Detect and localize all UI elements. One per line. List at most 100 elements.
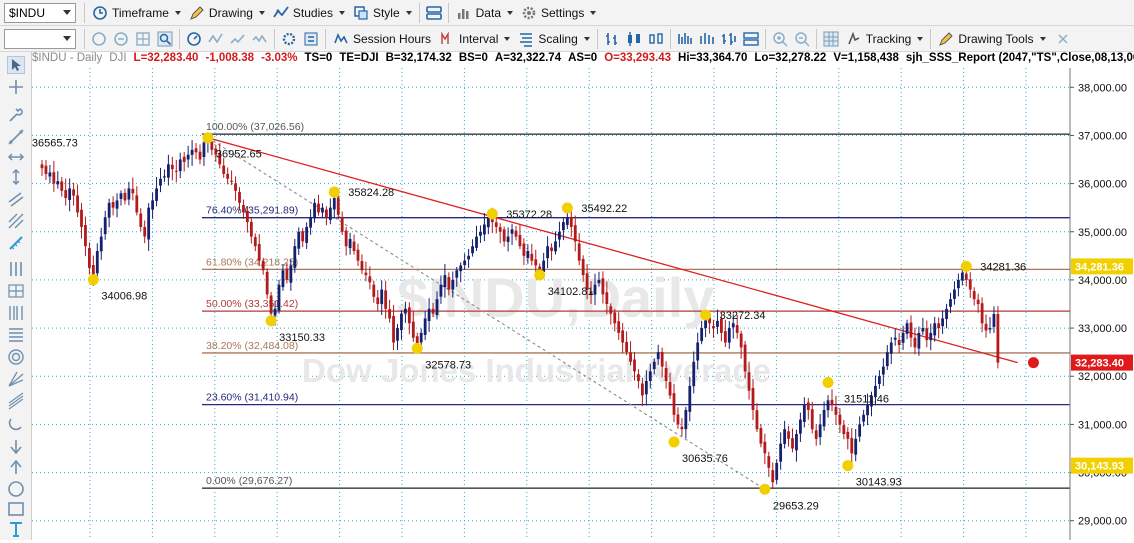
candle-body xyxy=(257,244,261,261)
bar-chart-icon[interactable] xyxy=(603,30,621,48)
candle-body xyxy=(392,315,395,343)
drawing-menu[interactable]: Drawing xyxy=(185,2,269,24)
fib-circle-icon[interactable] xyxy=(7,348,25,366)
pitchfork-icon[interactable] xyxy=(7,212,25,230)
candle-body xyxy=(143,226,147,237)
cursor-icon[interactable] xyxy=(185,30,203,48)
candle-body xyxy=(767,456,771,468)
swing-label: 34102.81 xyxy=(548,286,594,298)
grid-icon[interactable] xyxy=(134,30,152,48)
chart-style-icon[interactable] xyxy=(112,30,130,48)
candle-body xyxy=(680,426,684,430)
volume-bars-icon[interactable] xyxy=(676,30,694,48)
watermark-description: Dow Jones Industrial Average xyxy=(302,352,771,389)
swing-label: 32578.73 xyxy=(425,359,471,371)
panel-icon[interactable] xyxy=(742,30,760,48)
properties-icon[interactable] xyxy=(302,30,320,48)
vertical-lines-icon[interactable] xyxy=(7,260,25,278)
volume-value: V=1,158,438 xyxy=(833,52,899,64)
candle-body xyxy=(72,189,75,196)
interval-input[interactable] xyxy=(4,28,76,49)
close-icon[interactable] xyxy=(1054,30,1072,48)
swing-label: 30635.76 xyxy=(682,453,728,465)
ohlc-icon[interactable] xyxy=(720,30,738,48)
arc-icon[interactable] xyxy=(7,416,25,434)
last-price-marker xyxy=(1027,357,1039,369)
data-menu[interactable]: Data xyxy=(452,2,517,24)
candle-body xyxy=(360,261,364,271)
indicator-icon-2[interactable] xyxy=(229,30,247,48)
gann-fan-icon[interactable] xyxy=(7,370,25,388)
chart-canvas[interactable]: $INDU,Daily Dow Jones Industrial Average… xyxy=(32,52,1134,540)
candle-body xyxy=(988,328,992,330)
settings-small-icon[interactable] xyxy=(280,30,298,48)
arrow-up-icon[interactable] xyxy=(7,458,25,476)
session-hours-button[interactable]: Session Hours xyxy=(329,28,435,50)
horizontal-line-icon[interactable] xyxy=(7,148,25,166)
style-menu[interactable]: Style xyxy=(349,2,416,24)
candle-body xyxy=(573,225,577,242)
candle-body xyxy=(542,260,546,272)
candle-body xyxy=(411,321,415,338)
rectangle-icon[interactable] xyxy=(7,500,25,518)
candle-body xyxy=(210,141,214,150)
candle-body xyxy=(471,246,474,254)
text-tool-icon[interactable] xyxy=(7,520,25,538)
arrow-select-icon[interactable] xyxy=(7,56,25,74)
bar-style-icon[interactable] xyxy=(698,30,716,48)
swing-label: 29653.29 xyxy=(773,500,819,512)
vertical-line-icon[interactable] xyxy=(7,168,25,186)
candlestick-icon[interactable] xyxy=(625,30,643,48)
session-icon xyxy=(334,32,348,43)
candle-body xyxy=(498,227,502,232)
symbol-input[interactable]: $INDU xyxy=(4,2,76,23)
scaling-menu[interactable]: Scaling xyxy=(514,28,593,50)
candle-body xyxy=(791,438,794,449)
chart-info-bar: $INDU - Daily DJI L=32,283.40 -1,008.38 -3.0… xyxy=(32,52,1134,68)
zoom-in-icon[interactable] xyxy=(771,30,789,48)
zoom-icon[interactable] xyxy=(156,30,174,48)
indicator-icon-3[interactable] xyxy=(251,30,269,48)
candle-body xyxy=(380,289,384,305)
candle-body xyxy=(933,323,937,336)
drawing-tools-button[interactable]: Drawing Tools xyxy=(934,28,1049,50)
candle-body xyxy=(277,284,281,311)
channel-icon[interactable] xyxy=(7,190,25,208)
timeframe-menu[interactable]: Timeframe xyxy=(88,2,185,24)
crosshair-grid-icon[interactable] xyxy=(822,30,840,48)
candle-body xyxy=(510,229,514,234)
indicator-icon-1[interactable] xyxy=(207,30,225,48)
candle-body xyxy=(652,361,656,370)
candle-body xyxy=(139,213,143,227)
price-tag-label: 34,281.36 xyxy=(1075,261,1124,273)
arrow-down-icon[interactable] xyxy=(7,438,25,456)
candle-body xyxy=(163,176,166,178)
refresh-icon[interactable] xyxy=(90,30,108,48)
zoom-out-icon[interactable] xyxy=(793,30,811,48)
candle-body xyxy=(238,191,241,203)
swing-marker xyxy=(202,132,214,144)
wrench-icon[interactable] xyxy=(7,106,25,124)
chevron-down-icon xyxy=(504,36,511,41)
ruler-icon[interactable] xyxy=(7,234,25,252)
fib-extension-icon[interactable] xyxy=(7,282,25,300)
candle-body xyxy=(688,385,692,412)
tracking-menu[interactable]: Tracking xyxy=(842,28,928,50)
candle-body xyxy=(182,156,186,162)
fib-retracement-icon[interactable] xyxy=(7,326,25,344)
regression-icon[interactable] xyxy=(7,392,25,410)
ellipse-icon[interactable] xyxy=(7,480,25,498)
fib-time-icon[interactable] xyxy=(7,304,25,322)
hollow-candle-icon[interactable] xyxy=(647,30,665,48)
price-chart[interactable]: $INDU,Daily Dow Jones Industrial Average… xyxy=(32,52,1134,540)
settings-menu[interactable]: Settings xyxy=(517,2,600,24)
chart-title: $INDU - Daily xyxy=(32,52,103,64)
candle-body xyxy=(937,323,941,329)
crosshair-icon[interactable] xyxy=(7,78,25,96)
candle-body xyxy=(301,231,305,242)
studies-menu[interactable]: Studies xyxy=(269,2,349,24)
trendline-icon[interactable] xyxy=(7,128,25,146)
layout-icon[interactable] xyxy=(425,4,443,22)
scaling-label: Scaling xyxy=(538,31,578,46)
interval-menu[interactable]: Interval xyxy=(435,28,514,50)
